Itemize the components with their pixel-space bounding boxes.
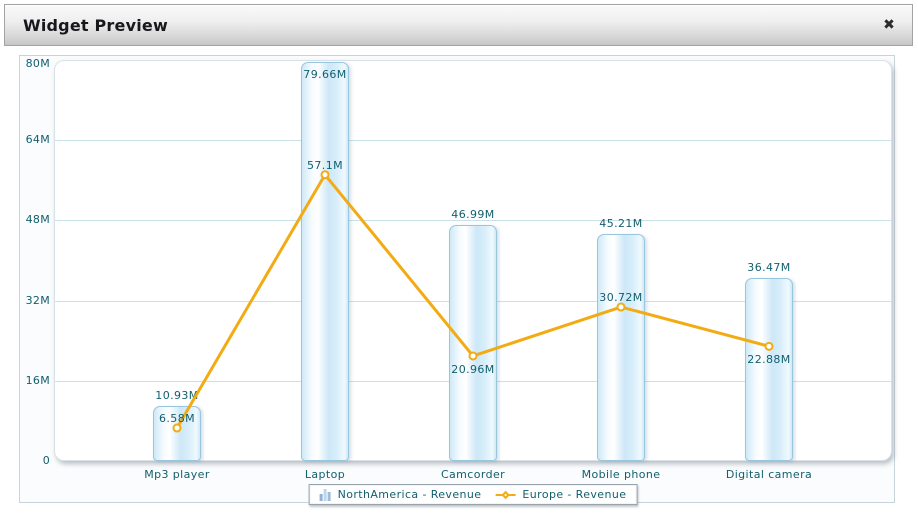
line-marker[interactable] [174, 425, 181, 432]
chart-panel: 0 16M 32M 48M 64M 80M 10.93M 79.66M 46.99M 45.21M… [19, 55, 895, 503]
bar-value-label: 45.21M [566, 217, 676, 230]
y-axis-label: 16M [20, 374, 50, 387]
y-axis-label: 32M [20, 294, 50, 307]
line-marker[interactable] [322, 171, 329, 178]
x-axis-label: Camcorder [403, 468, 543, 481]
line-marker[interactable] [470, 352, 477, 359]
line-marker[interactable] [618, 304, 625, 311]
legend-item[interactable]: NorthAmerica - Revenue [320, 488, 482, 501]
line-value-label: 30.72M [566, 291, 676, 304]
close-icon[interactable]: ✖ [876, 5, 902, 45]
legend-item[interactable]: Europe - Revenue [495, 488, 626, 501]
line-value-label: 20.96M [418, 363, 528, 376]
y-axis-label: 48M [20, 213, 50, 226]
y-axis-label: 64M [20, 133, 50, 146]
bar-value-label: 46.99M [418, 208, 528, 221]
widget-preview-window: Widget Preview ✖ 0 16M 32M 48M 64M 80M 10.93M 7… [0, 0, 918, 520]
bar[interactable] [597, 234, 645, 461]
legend-label: NorthAmerica - Revenue [338, 488, 482, 501]
chart-legend: NorthAmerica - Revenue Europe - Revenue [309, 484, 638, 505]
line-marker[interactable] [766, 343, 773, 350]
x-axis-label: Mobile phone [551, 468, 691, 481]
y-axis-label: 80M [20, 57, 50, 70]
gridline [55, 140, 891, 141]
y-axis-label: 0 [20, 454, 50, 467]
x-axis-label: Mp3 player [107, 468, 247, 481]
x-axis-label: Laptop [255, 468, 395, 481]
bar-series-icon [320, 488, 331, 501]
bar[interactable] [301, 62, 349, 461]
bar[interactable] [449, 225, 497, 461]
x-axis-label: Digital camera [699, 468, 839, 481]
line-series-icon [495, 490, 515, 500]
legend-label: Europe - Revenue [522, 488, 626, 501]
line-value-label: 57.1M [270, 159, 380, 172]
window-title-bar[interactable]: Widget Preview ✖ [4, 4, 913, 46]
line-value-label: 22.88M [714, 353, 824, 366]
bar-value-label: 36.47M [714, 261, 824, 274]
window-title: Widget Preview [23, 16, 168, 35]
bar-value-label: 10.93M [122, 389, 232, 402]
line-value-label: 6.58M [122, 412, 232, 425]
bar-value-label: 79.66M [270, 68, 380, 81]
bar[interactable] [745, 278, 793, 461]
